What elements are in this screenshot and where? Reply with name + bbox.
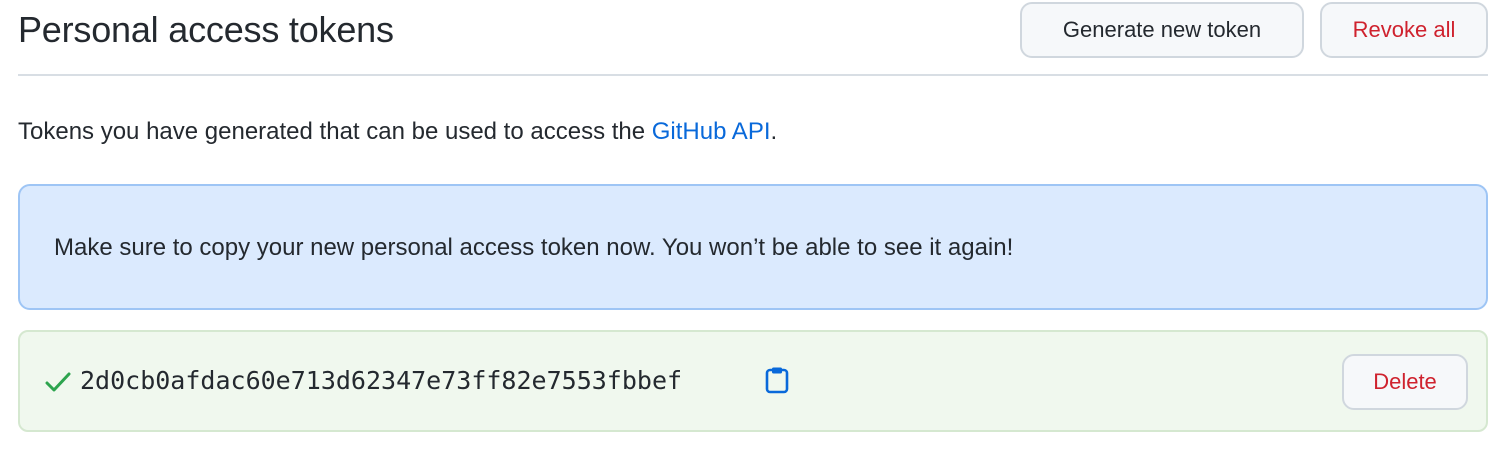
clipboard-icon[interactable] (764, 366, 790, 394)
copy-token-flash: Make sure to copy your new personal acce… (18, 184, 1488, 310)
page-title: Personal access tokens (18, 9, 394, 50)
flash-message: Make sure to copy your new personal acce… (54, 234, 1014, 261)
github-api-link[interactable]: GitHub API (652, 118, 771, 145)
tokens-description: Tokens you have generated that can be us… (18, 116, 777, 148)
new-token-item: 2d0cb0afdac60e713d62347e73ff82e7553fbbef… (18, 330, 1488, 432)
description-suffix: . (770, 118, 778, 145)
token-value: 2d0cb0afdac60e713d62347e73ff82e7553fbbef (80, 366, 683, 395)
description-prefix: Tokens you have generated that can be us… (18, 118, 652, 145)
check-icon (45, 372, 71, 392)
personal-access-tokens-page: Personal access tokens Generate new toke… (0, 0, 1510, 456)
delete-token-button[interactable]: Delete (1342, 354, 1468, 410)
generate-new-token-button[interactable]: Generate new token (1020, 2, 1304, 58)
revoke-all-button[interactable]: Revoke all (1320, 2, 1488, 58)
page-header: Personal access tokens Generate new toke… (18, 0, 1488, 76)
